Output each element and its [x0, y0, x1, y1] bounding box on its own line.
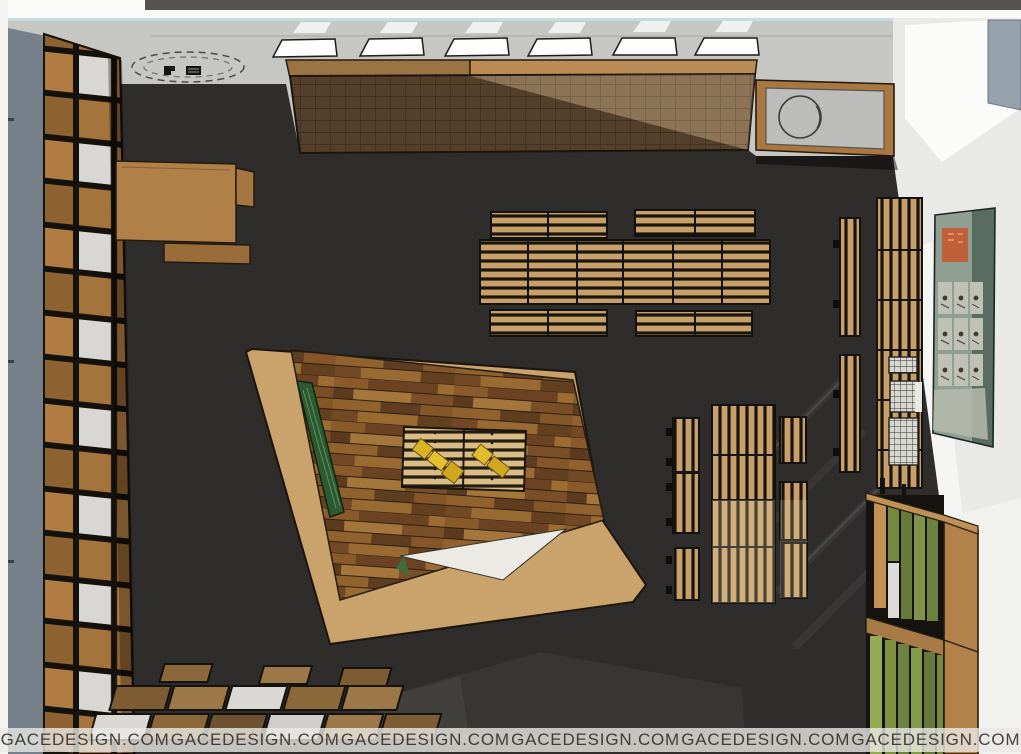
slatted-ceiling-feature [286, 60, 757, 153]
cubby-shelf-wall [44, 34, 136, 754]
paper-stack [915, 382, 922, 412]
watermark-text: GACEDESIGN.COM [681, 730, 850, 750]
top-border-bar [145, 0, 1021, 10]
page-left-margin [0, 0, 8, 754]
platform-display-table [402, 427, 526, 491]
skylight-panel [445, 38, 509, 56]
skylight-panel [613, 38, 677, 55]
vertical-table-group [666, 405, 807, 603]
watermark-bar: GACEDESIGN.COM GACEDESIGN.COM GACEDESIGN… [0, 728, 1021, 752]
interior-design-rendering: GACEDESIGN.COM GACEDESIGN.COM GACEDESIGN… [0, 0, 1021, 754]
bench [780, 417, 806, 463]
sunlight-patch [780, 500, 807, 598]
skylight-panel [273, 39, 337, 57]
fixture-icon [186, 66, 201, 75]
watermark-text: GACEDESIGN.COM [171, 730, 340, 750]
skylight-panel [528, 38, 592, 56]
watermark-text: GACEDESIGN.COM [341, 730, 510, 750]
wire-basket [889, 418, 918, 465]
bench [673, 418, 699, 472]
watermark-text: GACEDESIGN.COM [851, 730, 1020, 750]
skylight-panel [695, 38, 759, 55]
locker-upper-panels [874, 502, 938, 621]
long-table [480, 240, 770, 304]
left-wall-surface [8, 28, 46, 754]
left-wall [0, 0, 46, 754]
sunlight-patch [712, 500, 775, 603]
bench [840, 355, 860, 472]
bench [840, 218, 860, 336]
wire-basket [889, 357, 917, 373]
corner-wall-panel [988, 20, 1021, 110]
service-counter [756, 80, 898, 170]
scene-canvas [0, 0, 1021, 754]
skylight-panel [360, 38, 424, 56]
watermark-text: GACEDESIGN.COM [1, 730, 170, 750]
poster-image-grid [938, 282, 983, 386]
watermark-text: GACEDESIGN.COM [511, 730, 680, 750]
locker-side-panel [944, 520, 978, 754]
wire-basket [890, 381, 919, 412]
wall-poster [933, 208, 995, 447]
bench [673, 473, 699, 533]
bench [675, 548, 699, 600]
poster-orange-block [942, 228, 968, 262]
